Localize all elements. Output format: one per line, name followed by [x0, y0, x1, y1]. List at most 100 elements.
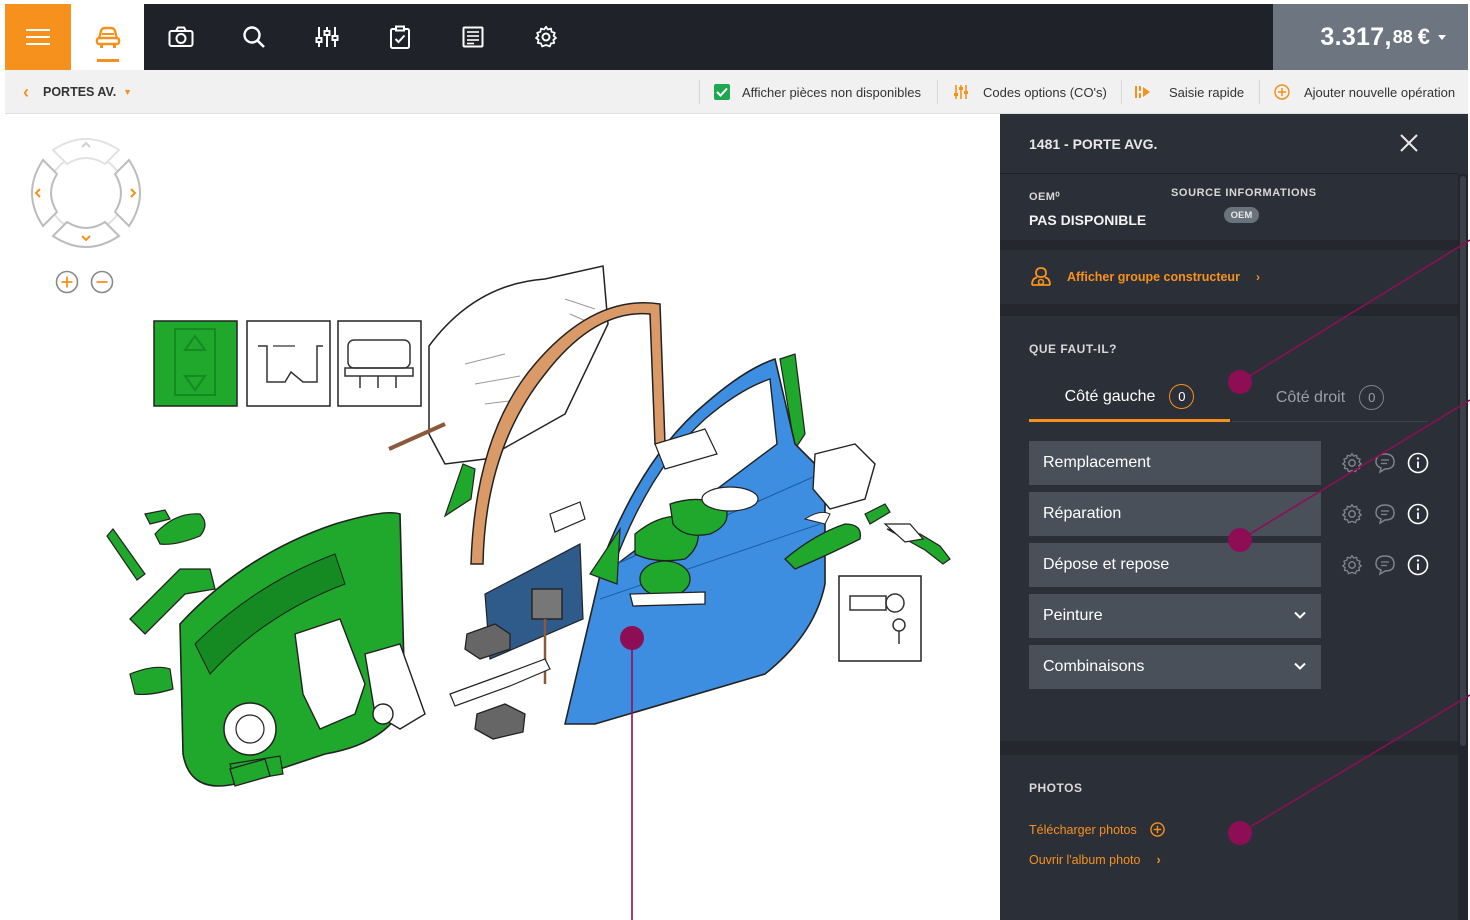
divider: [1259, 80, 1260, 104]
add-operation-label: Ajouter nouvelle opération: [1304, 84, 1456, 100]
operation-label: Réparation: [1043, 505, 1122, 522]
part-thumbnail-clip[interactable]: [337, 320, 422, 407]
settings-icon[interactable]: [1335, 554, 1368, 576]
camera-button[interactable]: [144, 4, 217, 70]
panel-header: 1481 - PORTE AVG.: [1000, 114, 1458, 174]
operation-replacement-button[interactable]: Remplacement: [1029, 441, 1321, 485]
gear-button[interactable]: [509, 4, 582, 70]
settings-icon[interactable]: [1335, 503, 1368, 525]
chevron-right-icon: ›: [1156, 853, 1161, 867]
chevron-down-icon: [1294, 611, 1306, 619]
oem-label: OEM⁰: [1029, 191, 1061, 203]
section-gap: [1000, 304, 1458, 316]
plus-circle-icon: [1274, 84, 1290, 100]
info-icon[interactable]: [1402, 503, 1435, 525]
comment-icon[interactable]: [1368, 554, 1401, 576]
part-window-glass[interactable]: [428, 265, 609, 465]
document-icon: [462, 26, 483, 48]
close-icon[interactable]: [1398, 132, 1420, 154]
part-door-trim-panel[interactable]: [179, 511, 406, 787]
add-operation-button[interactable]: Ajouter nouvelle opération: [1274, 70, 1455, 114]
oem-info: OEM⁰ PAS DISPONIBLE SOURCE INFORMATIONS …: [1000, 176, 1458, 240]
upload-photos-link[interactable]: Télécharger photos: [1029, 822, 1165, 837]
quick-entry-label: Saisie rapide: [1169, 84, 1245, 100]
price-main: 3.317,: [1320, 22, 1392, 51]
app-root: 3.317, 88 € ‹ PORTES AV. ▼ Afficher pièces…: [0, 0, 1470, 920]
operation-repair-button[interactable]: Réparation: [1029, 492, 1321, 536]
checklist-button[interactable]: [363, 4, 436, 70]
source-badge: OEM: [1224, 207, 1259, 223]
parts-diagram-canvas[interactable]: [5, 114, 1000, 920]
part-corner-trim[interactable]: [589, 526, 621, 585]
operation-actions: [1335, 441, 1435, 485]
upload-photos-label: Télécharger photos: [1029, 822, 1137, 837]
photos-section: PHOTOS Télécharger photos Ouvrir l'album…: [1000, 755, 1458, 911]
exploded-door-diagram: [106, 265, 951, 787]
operation-label: Combinaisons: [1043, 658, 1145, 675]
section-gap: [1000, 741, 1458, 755]
top-toolbar: 3.317, 88 €: [5, 4, 1468, 70]
info-icon[interactable]: [1402, 452, 1435, 474]
part-detail-panel: 1481 - PORTE AVG. OEM⁰ PAS DISPONIBLE SO…: [1000, 114, 1468, 920]
operation-paint-dropdown[interactable]: Peinture: [1029, 594, 1321, 638]
option-codes-button[interactable]: Codes options (CO's): [953, 70, 1107, 114]
price-currency: €: [1417, 24, 1430, 49]
divider: [1121, 80, 1122, 104]
sliders-icon: [315, 27, 338, 47]
manufacturer-group-link[interactable]: Afficher groupe constructeur ›: [1000, 250, 1458, 304]
quick-entry-icon: [1135, 86, 1150, 98]
operation-label: Remplacement: [1043, 454, 1151, 471]
total-price[interactable]: 3.317, 88 €: [1273, 4, 1468, 70]
tab-left-count: 0: [1169, 384, 1195, 409]
info-icon[interactable]: [1402, 554, 1435, 576]
part-thumbnail-lock[interactable]: [838, 575, 922, 662]
hamburger-icon: [26, 29, 50, 45]
menu-button[interactable]: [5, 4, 71, 70]
part-thumbnail-wiring[interactable]: [246, 320, 331, 407]
caret-down-icon: [1438, 34, 1446, 40]
settings-sliders-button[interactable]: [290, 4, 363, 70]
tab-right-side[interactable]: Côté droit 0: [1232, 374, 1428, 422]
chevron-down-icon[interactable]: ▼: [123, 87, 132, 97]
search-button[interactable]: [217, 4, 290, 70]
chevron-down-icon: [1294, 662, 1306, 670]
clipboard-check-icon: [389, 25, 410, 49]
secondary-toolbar: ‹ PORTES AV. ▼ Afficher pièces non dispo…: [5, 70, 1468, 114]
open-album-link[interactable]: Ouvrir l'album photo ›: [1029, 853, 1161, 867]
operation-combinations-dropdown[interactable]: Combinaisons: [1029, 645, 1321, 689]
part-thumbnail-switch[interactable]: [153, 320, 238, 407]
tab-left-side[interactable]: Côté gauche 0: [1029, 374, 1230, 422]
part-door-check[interactable]: [449, 658, 551, 707]
tab-left-label: Côté gauche: [1064, 387, 1156, 405]
operation-remove-refit-button[interactable]: Dépose et repose: [1029, 543, 1321, 587]
option-codes-label: Codes options (CO's): [983, 84, 1107, 100]
tab-right-count: 0: [1359, 385, 1385, 410]
part-door-lock[interactable]: [812, 443, 876, 510]
search-icon: [242, 26, 265, 48]
tab-right-label: Côté droit: [1275, 388, 1346, 406]
comment-icon[interactable]: [1368, 452, 1401, 474]
report-button[interactable]: [436, 4, 509, 70]
group-link-label: Afficher groupe constructeur: [1067, 270, 1240, 284]
chevron-left-icon[interactable]: ‹: [23, 82, 29, 103]
section-gap: [1000, 240, 1458, 250]
quick-entry-button[interactable]: Saisie rapide: [1135, 70, 1244, 114]
breadcrumb[interactable]: ‹ PORTES AV. ▼: [23, 70, 132, 114]
divider: [937, 80, 938, 104]
show-unavailable-toggle[interactable]: Afficher pièces non disponibles: [714, 70, 921, 114]
part-mirror-cover[interactable]: [443, 463, 476, 518]
source-label: SOURCE INFORMATIONS: [1171, 187, 1317, 199]
chevron-right-icon: ›: [1255, 270, 1260, 284]
settings-icon[interactable]: [1335, 452, 1368, 474]
open-album-label: Ouvrir l'album photo: [1029, 853, 1141, 867]
comment-icon[interactable]: [1368, 503, 1401, 525]
panel-scrollbar-thumb[interactable]: [1460, 176, 1466, 746]
checkbox-checked-icon[interactable]: [714, 84, 730, 100]
sliders-icon: [954, 85, 968, 99]
active-tab-indicator: [97, 59, 119, 62]
part-speaker-cover[interactable]: [531, 588, 563, 620]
operations-heading: QUE FAUT-IL?: [1029, 342, 1117, 356]
divider: [699, 80, 700, 104]
vehicle-tab-button[interactable]: [71, 4, 144, 70]
panel-title: 1481 - PORTE AVG.: [1029, 135, 1158, 152]
